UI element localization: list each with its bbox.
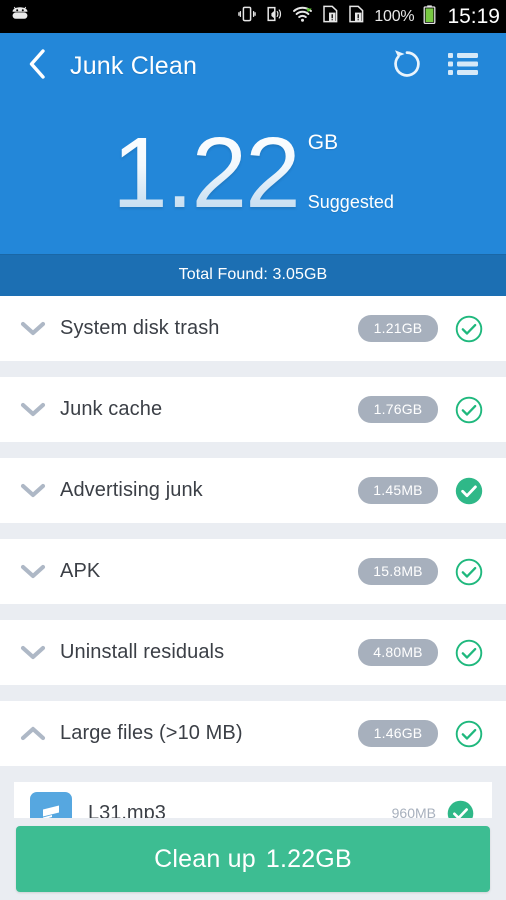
app-bar: Junk Clean	[0, 33, 506, 99]
category-row-apk[interactable]: APK 15.8MB	[0, 539, 506, 604]
clock-label: 15:19	[447, 4, 500, 28]
list-menu-icon	[448, 51, 478, 82]
android-robot-icon	[8, 6, 32, 27]
summary-hero: 1.22 GB Suggested	[0, 99, 506, 254]
chevron-up-icon[interactable]	[18, 719, 48, 749]
row-separator	[0, 685, 506, 701]
status-bar-right: 100% 15:19	[238, 5, 500, 29]
total-found-band: Total Found: 3.05GB	[0, 254, 506, 296]
refresh-icon	[390, 47, 424, 86]
clean-up-amount: 1.22GB	[265, 844, 352, 873]
clean-up-label: Clean up	[154, 844, 256, 873]
row-separator	[0, 442, 506, 458]
wifi-icon	[292, 6, 313, 28]
category-checkbox[interactable]	[454, 476, 484, 506]
category-label: Large files (>10 MB)	[60, 722, 243, 744]
row-separator	[0, 766, 506, 782]
chevron-down-icon[interactable]	[18, 476, 48, 506]
category-checkbox[interactable]	[454, 719, 484, 749]
status-bar-left	[8, 6, 32, 27]
row-separator	[0, 604, 506, 620]
clean-up-button[interactable]: Clean up 1.22GB	[16, 826, 490, 892]
summary-hero-side: GB Suggested	[308, 125, 394, 211]
list-menu-button[interactable]	[442, 45, 484, 87]
chevron-down-icon[interactable]	[18, 314, 48, 344]
category-row-junk-cache[interactable]: Junk cache 1.76GB	[0, 377, 506, 442]
suggested-unit: GB	[307, 130, 339, 154]
category-label: System disk trash	[60, 317, 220, 339]
category-row-uninstall-residuals[interactable]: Uninstall residuals 4.80MB	[0, 620, 506, 685]
page-title: Junk Clean	[70, 51, 198, 80]
status-bar: 100% 15:19	[0, 0, 506, 33]
row-separator	[0, 523, 506, 539]
chevron-down-icon[interactable]	[18, 557, 48, 587]
rescan-button[interactable]	[386, 45, 428, 87]
sim2-alert-icon	[348, 5, 365, 28]
category-size-badge: 15.8MB	[358, 558, 438, 585]
bottom-action-bar: Clean up 1.22GB	[0, 818, 506, 900]
back-chevron-icon	[26, 47, 48, 86]
category-label: Advertising junk	[60, 479, 203, 501]
junk-category-list[interactable]: System disk trash 1.21GB Junk cache 1.76…	[0, 296, 506, 900]
chevron-down-icon[interactable]	[18, 395, 48, 425]
sound-icon	[265, 5, 283, 28]
category-checkbox[interactable]	[454, 314, 484, 344]
category-label: Uninstall residuals	[60, 641, 225, 663]
category-label: APK	[60, 560, 101, 582]
category-row-advertising-junk[interactable]: Advertising junk 1.45MB	[0, 458, 506, 523]
category-row-system-disk-trash[interactable]: System disk trash 1.21GB	[0, 296, 506, 361]
category-checkbox[interactable]	[454, 638, 484, 668]
category-size-badge: 1.76GB	[358, 396, 438, 423]
category-checkbox[interactable]	[454, 557, 484, 587]
summary-hero-inner: 1.22 GB Suggested	[112, 116, 394, 229]
category-label: Junk cache	[60, 398, 163, 420]
suggested-amount: 1.22	[112, 116, 301, 229]
category-size-badge: 4.80MB	[358, 639, 438, 666]
battery-full-icon	[423, 4, 436, 29]
category-size-badge: 1.46GB	[358, 720, 438, 747]
battery-percent-label: 100%	[374, 7, 415, 25]
category-checkbox[interactable]	[454, 395, 484, 425]
sim1-alert-icon	[322, 5, 339, 28]
row-separator	[0, 361, 506, 377]
category-row-large-files[interactable]: Large files (>10 MB) 1.46GB	[0, 701, 506, 766]
suggested-caption: Suggested	[307, 191, 394, 212]
category-size-badge: 1.45MB	[358, 477, 438, 504]
category-size-badge: 1.21GB	[358, 315, 438, 342]
chevron-down-icon[interactable]	[18, 638, 48, 668]
vibrate-icon	[238, 5, 257, 28]
back-button[interactable]	[20, 46, 54, 86]
